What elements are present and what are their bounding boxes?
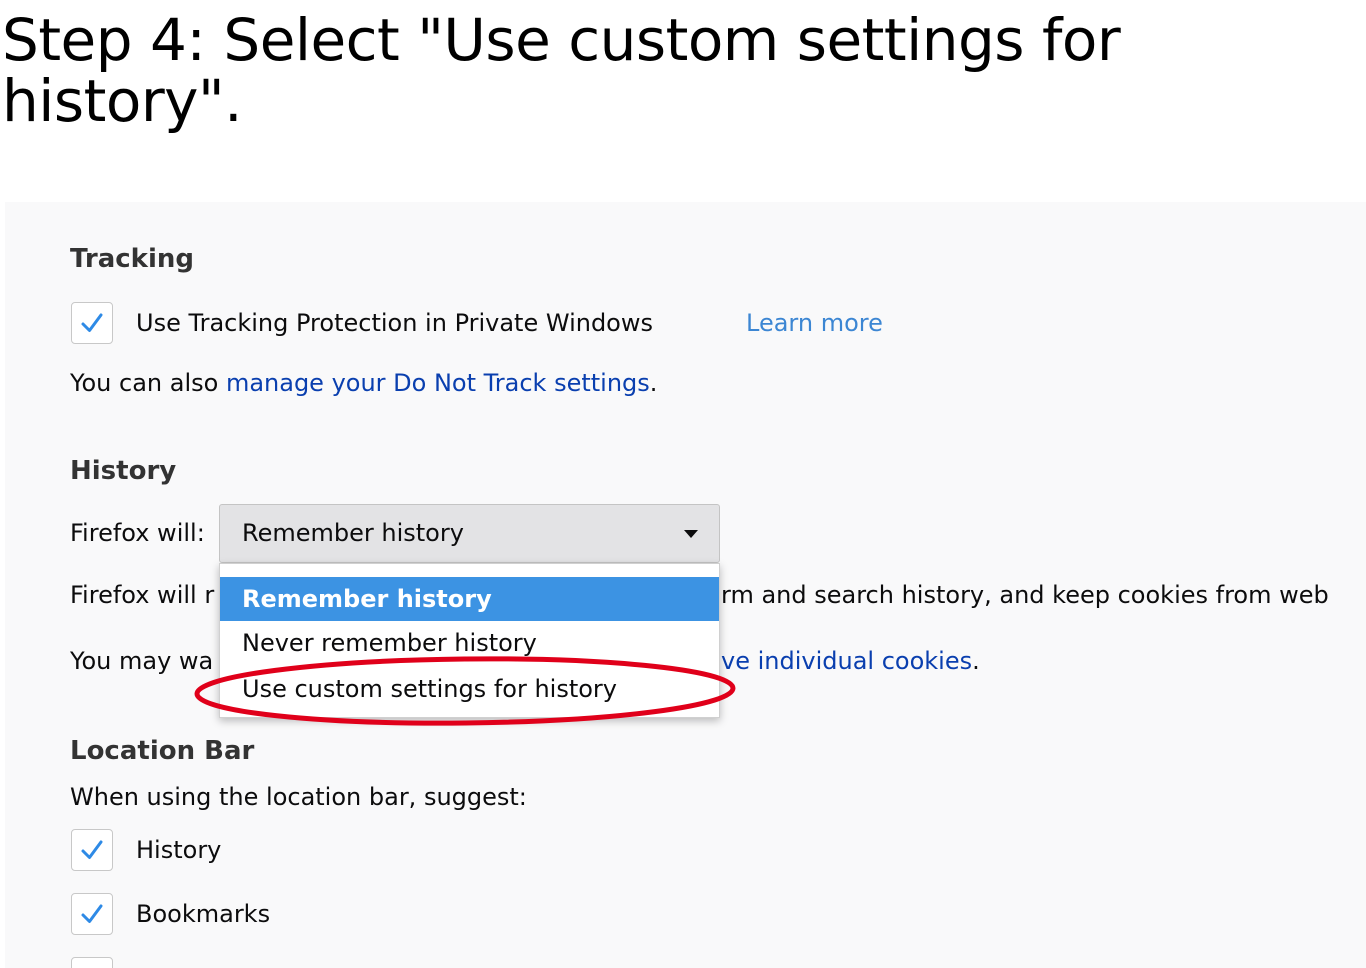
remove-individual-cookies-link[interactable]: ve individual cookies <box>721 647 972 675</box>
location-bar-suggest-label: When using the location bar, suggest: <box>70 783 527 811</box>
tracking-heading: Tracking <box>70 244 194 274</box>
history-mode-value: Remember history <box>242 519 464 547</box>
suggest-history-label: History <box>136 836 222 864</box>
chevron-down-icon <box>684 530 698 538</box>
option-never-remember-history[interactable]: Never remember history <box>220 621 719 665</box>
dnt-prefix: You can also <box>70 369 226 397</box>
history-description-left: Firefox will r <box>70 581 215 609</box>
history-heading: History <box>70 456 177 486</box>
suggest-bookmarks-label: Bookmarks <box>136 900 271 928</box>
manage-do-not-track-link[interactable]: manage your Do Not Track settings <box>226 369 650 397</box>
checkmark-icon <box>81 904 103 923</box>
history-description-right: rm and search history, and keep cookies … <box>721 581 1329 609</box>
history-mode-dropdown[interactable]: Remember history <box>219 504 720 563</box>
learn-more-link[interactable]: Learn more <box>746 309 883 337</box>
checkmark-icon <box>81 313 103 332</box>
suggest-next-checkbox[interactable] <box>71 957 113 968</box>
suggest-history-checkbox[interactable] <box>71 829 113 871</box>
dnt-suffix: . <box>649 369 658 397</box>
step-title: Step 4: Select "Use custom settings for … <box>2 6 1121 135</box>
history-note-left: You may wa <box>70 647 214 675</box>
tracking-protection-label: Use Tracking Protection in Private Windo… <box>136 309 653 337</box>
firefox-will-label: Firefox will: <box>70 519 205 547</box>
history-note-suffix: . <box>972 647 980 675</box>
history-mode-menu: Remember history Never remember history … <box>219 563 720 718</box>
suggest-bookmarks-checkbox[interactable] <box>71 893 113 935</box>
checkmark-icon <box>81 840 103 859</box>
option-use-custom-settings[interactable]: Use custom settings for history <box>220 667 719 711</box>
firefox-preferences-screenshot: Tracking Use Tracking Protection in Priv… <box>5 202 1366 968</box>
location-bar-heading: Location Bar <box>70 736 255 766</box>
do-not-track-text: You can also manage your Do Not Track se… <box>70 369 657 397</box>
option-remember-history[interactable]: Remember history <box>220 577 719 621</box>
tracking-protection-checkbox[interactable] <box>71 302 113 344</box>
history-note-right: ve individual cookies. <box>721 647 980 675</box>
